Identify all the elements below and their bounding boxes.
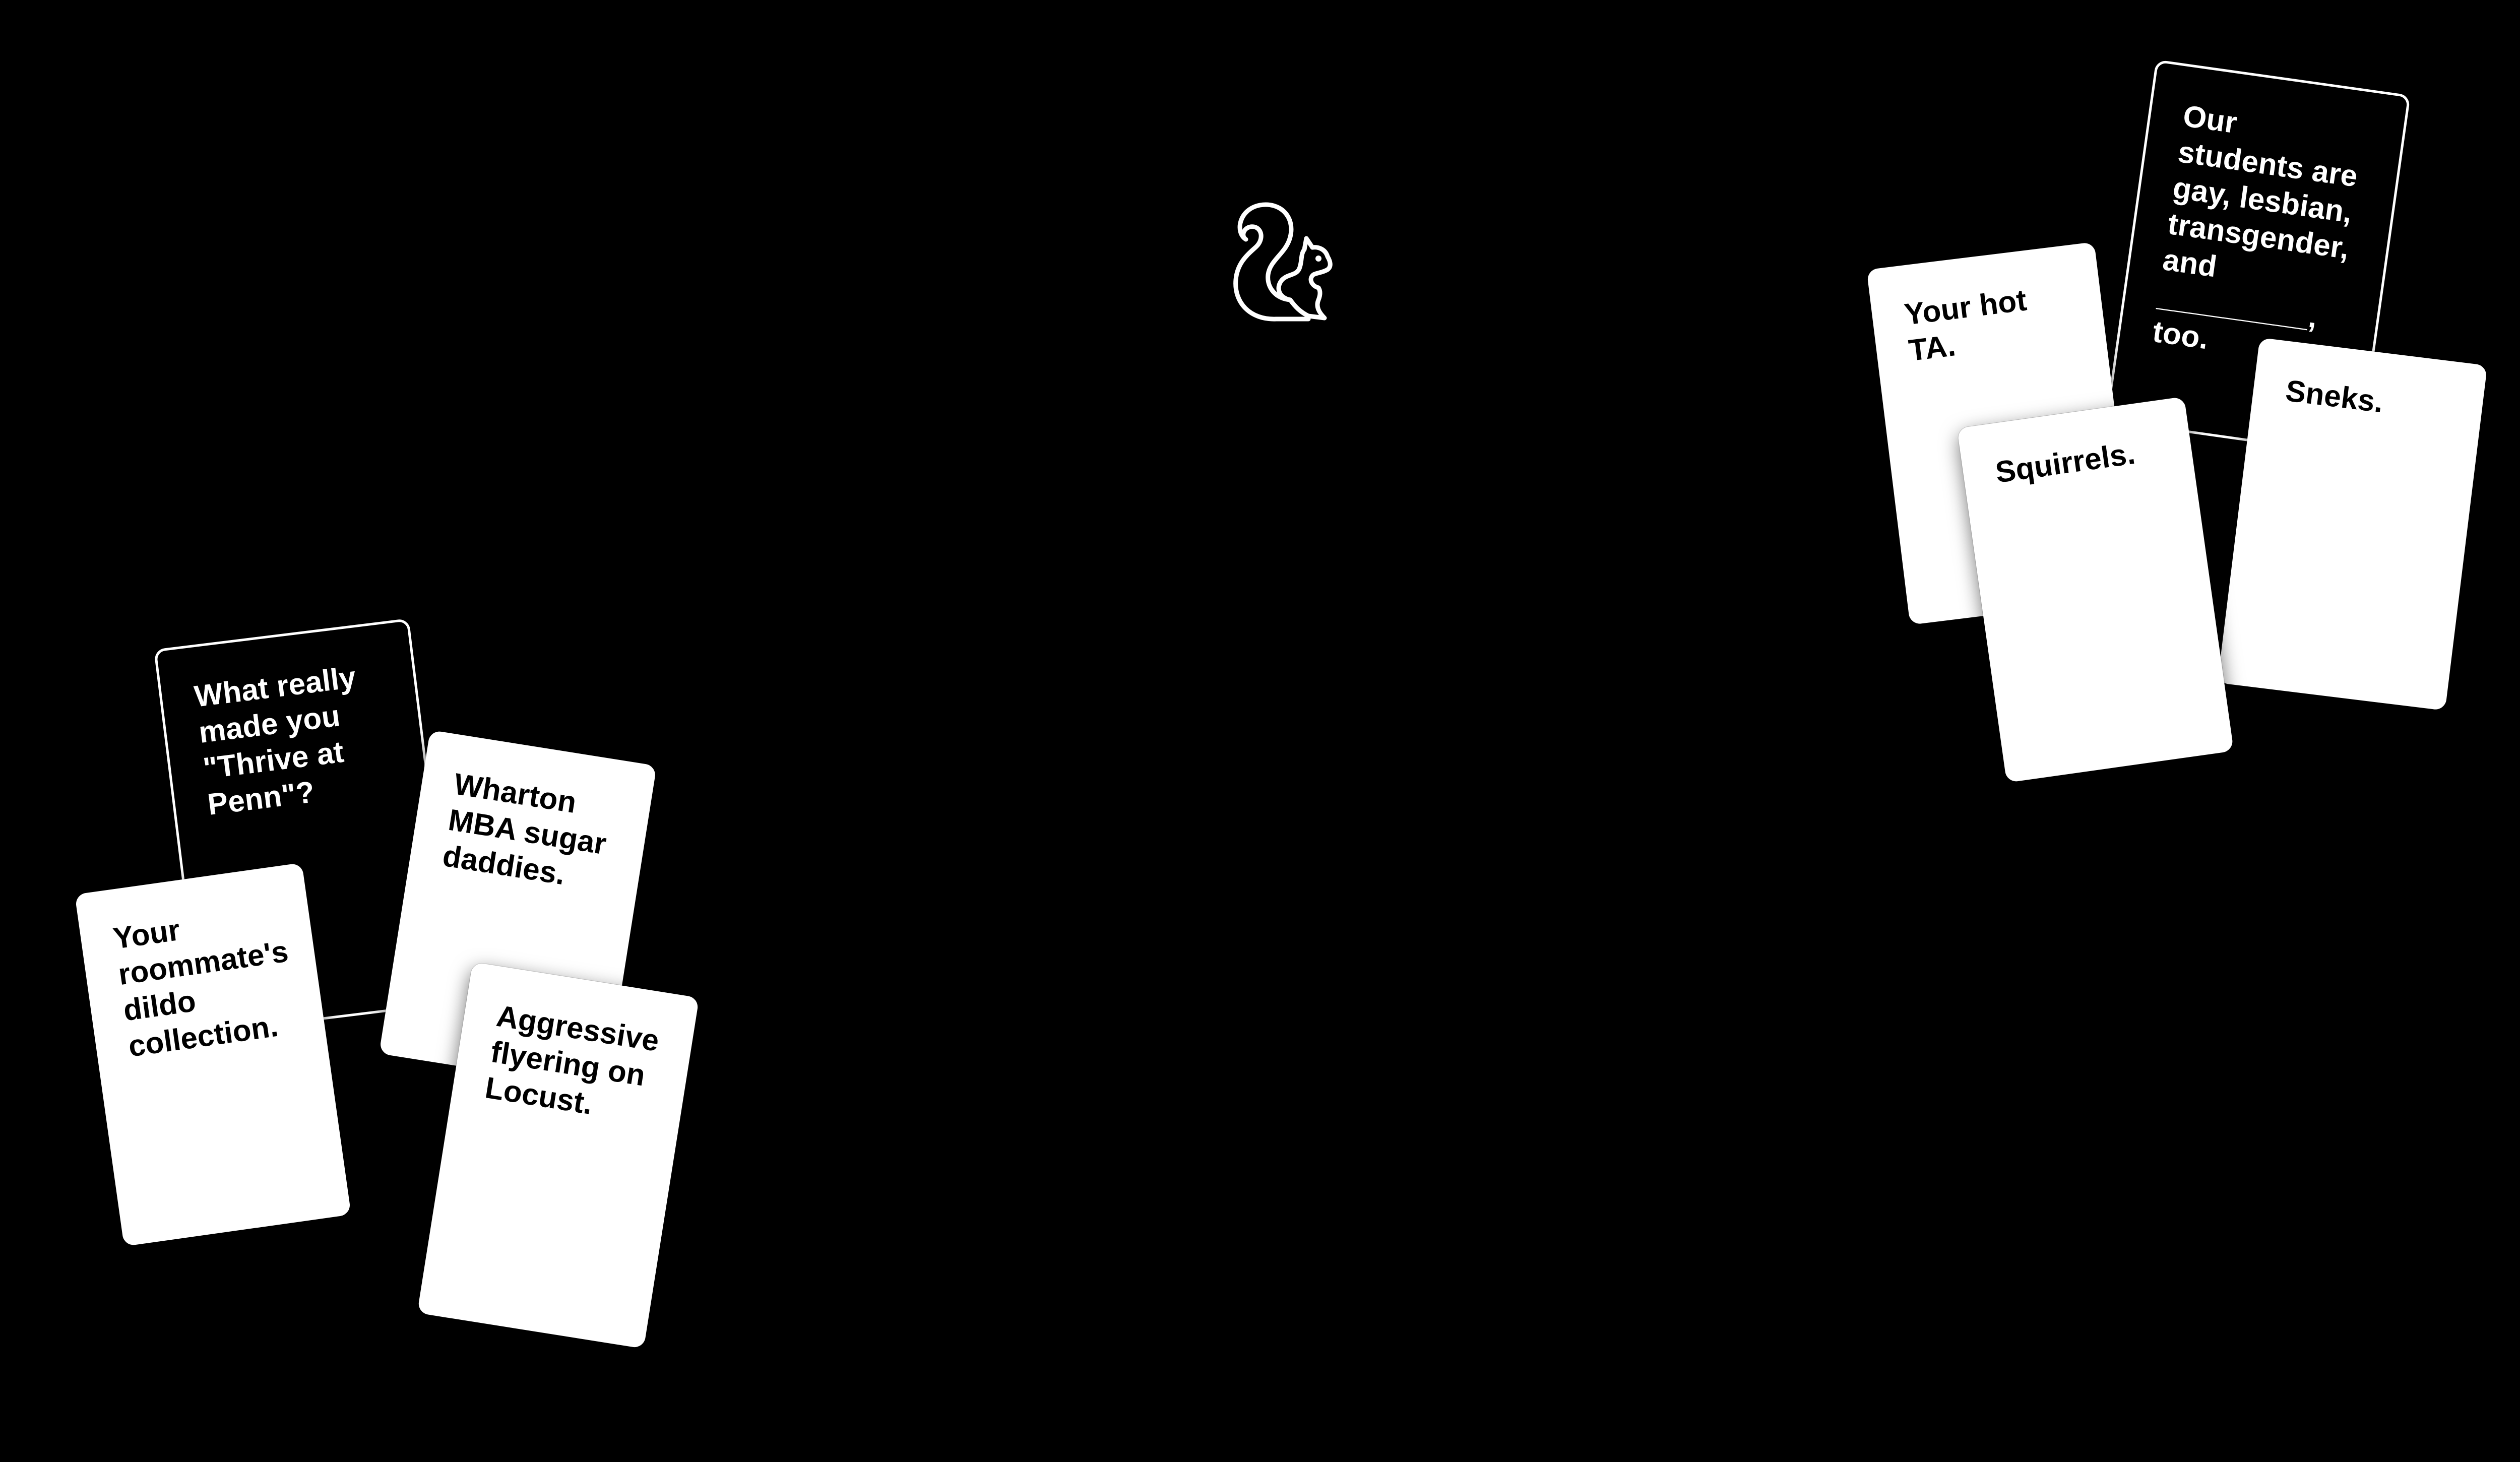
prompt-card-text: What really made you "Thrive at Penn"? <box>192 660 358 821</box>
answer-card-text: Sneks. <box>2284 373 2385 419</box>
game-table: What really made you "Thrive at Penn"? W… <box>0 0 2520 1462</box>
answer-card-roommate[interactable]: Your roommate's dildo collection. <box>75 862 351 1247</box>
answer-card-text: Your hot TA. <box>1902 283 2029 368</box>
squirrel-icon <box>1233 202 1333 322</box>
answer-card-text: Your roommate's dildo collection. <box>111 913 291 1063</box>
answer-card-sneks[interactable]: Sneks. <box>2217 337 2488 711</box>
answer-card-text: Aggressive flyering on Locust. <box>483 998 662 1121</box>
prompt-card-text: Our students are gay, lesbian, transgend… <box>2151 98 2360 356</box>
answer-card-text: Wharton MBA sugar daddies. <box>440 767 609 892</box>
answer-card-squirrels[interactable]: Squirrels. <box>1957 396 2234 783</box>
answer-card-text: Squirrels. <box>1993 436 2137 489</box>
